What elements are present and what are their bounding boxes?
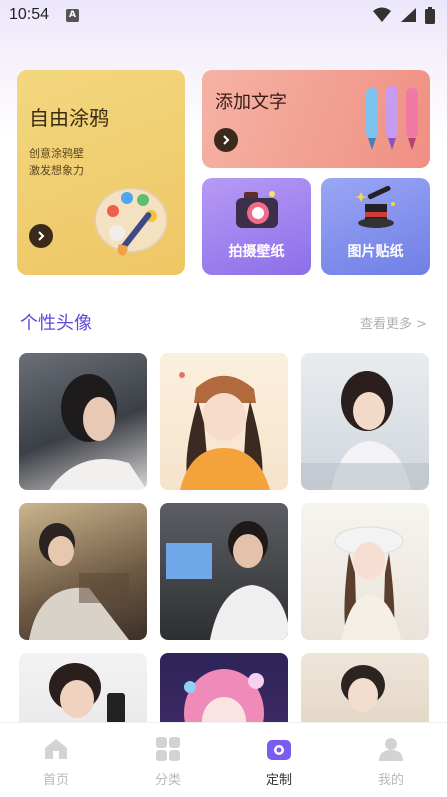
doodle-subtitle-line2: 激发想象力	[29, 164, 84, 177]
doodle-subtitle-line1: 创意涂鸦壁	[29, 147, 84, 160]
wifi-icon	[372, 7, 391, 22]
grid-icon	[156, 737, 180, 761]
avatar-image-3[interactable]	[301, 353, 429, 490]
avatar-figure	[166, 521, 288, 640]
status-time: 10:54	[9, 6, 50, 23]
doodle-go-button[interactable]	[29, 224, 53, 248]
avatar-image-2[interactable]	[160, 353, 288, 490]
image-sticker-label: 图片贴纸	[347, 244, 404, 260]
battery-icon	[425, 7, 435, 24]
tab-category[interactable]: 分类	[138, 737, 198, 788]
avatar-figure	[179, 372, 270, 490]
chevron-right-icon	[38, 231, 45, 241]
avatar-figure	[334, 526, 404, 640]
avatar-figure	[49, 374, 147, 490]
notification-app-icon: A	[66, 9, 79, 22]
avatars-section-title: 个性头像	[20, 313, 92, 334]
avatar-image-1[interactable]	[19, 353, 147, 490]
avatar-figure	[29, 523, 129, 640]
camera-icon	[267, 740, 291, 760]
avatar-image-4[interactable]	[19, 503, 147, 640]
avatar-image-6[interactable]	[301, 503, 429, 640]
bottom-tab-bar: 首页 分类 定制 我的	[0, 722, 447, 797]
photo-wallpaper-label: 拍摄壁纸	[228, 244, 285, 260]
user-icon	[379, 738, 403, 761]
markers-icon	[366, 86, 418, 150]
signal-icon	[400, 8, 416, 22]
status-bar: 10:54 A	[0, 0, 447, 32]
add-text-title: 添加文字	[215, 92, 287, 113]
tab-category-label: 分类	[154, 773, 181, 788]
magic-hat-icon	[355, 186, 395, 228]
photo-wallpaper-card[interactable]: 拍摄壁纸	[202, 178, 311, 275]
camera-icon	[236, 191, 278, 228]
doodle-subtitle: 创意涂鸦壁 激发想象力	[29, 145, 119, 179]
tab-custom-label: 定制	[265, 773, 292, 788]
tab-home-label: 首页	[42, 773, 69, 788]
tab-home[interactable]: 首页	[26, 737, 86, 788]
tab-mine-label: 我的	[377, 773, 404, 788]
image-sticker-card[interactable]: 图片贴纸	[321, 178, 430, 275]
tab-mine[interactable]: 我的	[361, 737, 421, 788]
palette-icon	[94, 187, 168, 256]
status-icons	[369, 7, 435, 26]
doodle-title: 自由涂鸦	[29, 106, 109, 130]
doodle-card[interactable]: 自由涂鸦 创意涂鸦壁 激发想象力	[17, 70, 185, 275]
tab-custom[interactable]: 定制	[249, 737, 309, 788]
add-text-card[interactable]: 添加文字	[202, 70, 430, 168]
view-more-link[interactable]: 查看更多 >	[360, 313, 427, 332]
add-text-go-button[interactable]	[214, 128, 238, 152]
home-icon	[45, 739, 67, 759]
avatar-image-5[interactable]	[160, 503, 288, 640]
avatar-figure	[301, 371, 429, 490]
chevron-right-icon	[223, 135, 230, 145]
